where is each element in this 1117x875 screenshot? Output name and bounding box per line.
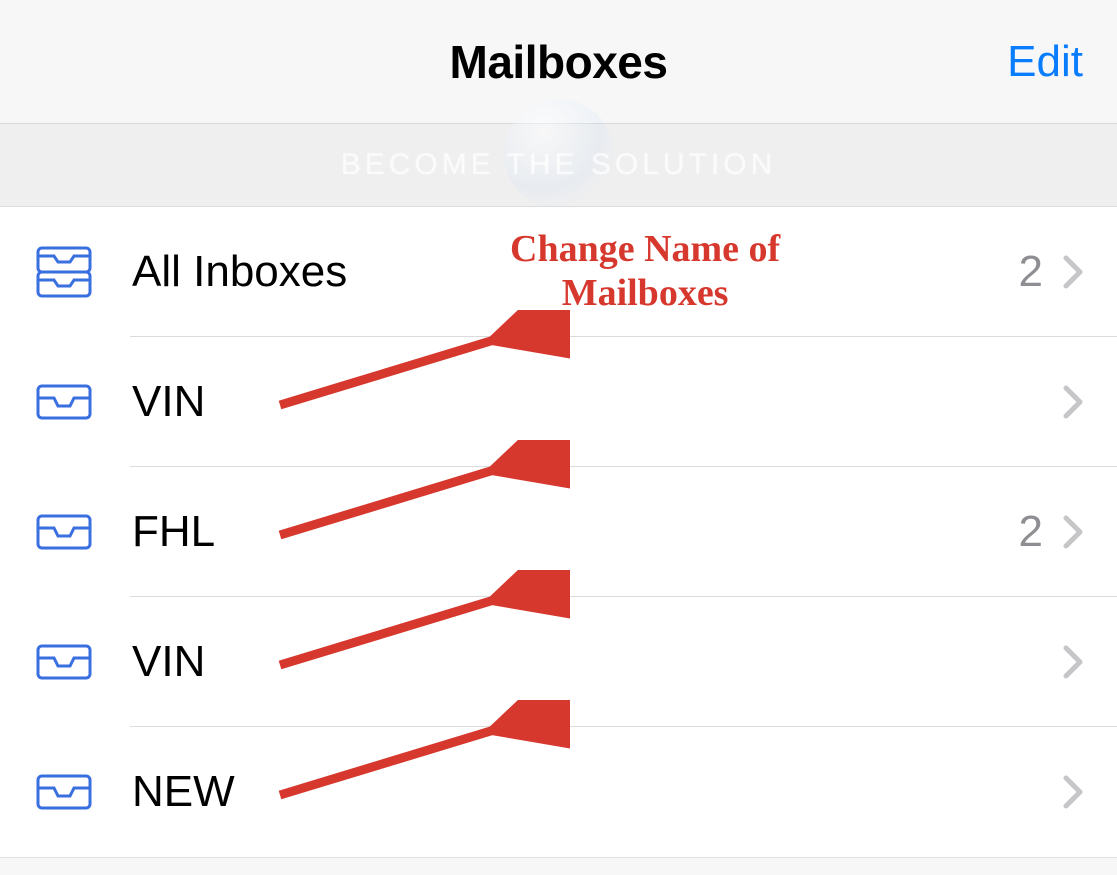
chevron-right-icon [1063, 775, 1083, 809]
mailbox-row[interactable]: VIN [0, 337, 1117, 467]
all-inboxes-icon [34, 244, 94, 300]
mailbox-label: VIN [132, 637, 1043, 687]
navigation-bar: Mailboxes Edit [0, 0, 1117, 124]
mailbox-label: FHL [132, 507, 1019, 557]
chevron-right-icon [1063, 515, 1083, 549]
chevron-right-icon [1063, 645, 1083, 679]
unread-count: 2 [1019, 247, 1043, 297]
mailbox-list: All Inboxes 2 VIN FHL 2 [0, 207, 1117, 858]
mailbox-row[interactable]: FHL 2 [0, 467, 1117, 597]
mailbox-row[interactable]: VIN [0, 597, 1117, 727]
page-title: Mailboxes [450, 35, 668, 89]
mail-mailboxes-screen: Mailboxes Edit BECOME THE SOLUTION All I… [0, 0, 1117, 875]
mailbox-label: NEW [132, 767, 1043, 817]
unread-count: 2 [1019, 507, 1043, 557]
watermark-text: BECOME THE SOLUTION [341, 148, 777, 182]
chevron-right-icon [1063, 385, 1083, 419]
inbox-icon [34, 374, 94, 430]
inbox-icon [34, 634, 94, 690]
mailbox-row-all-inboxes[interactable]: All Inboxes 2 [0, 207, 1117, 337]
mailbox-label: All Inboxes [132, 247, 1019, 297]
edit-button[interactable]: Edit [1007, 37, 1083, 87]
mailbox-row[interactable]: NEW [0, 727, 1117, 857]
inbox-icon [34, 504, 94, 560]
chevron-right-icon [1063, 255, 1083, 289]
watermark-band: BECOME THE SOLUTION [0, 124, 1117, 207]
mailbox-label: VIN [132, 377, 1043, 427]
inbox-icon [34, 764, 94, 820]
